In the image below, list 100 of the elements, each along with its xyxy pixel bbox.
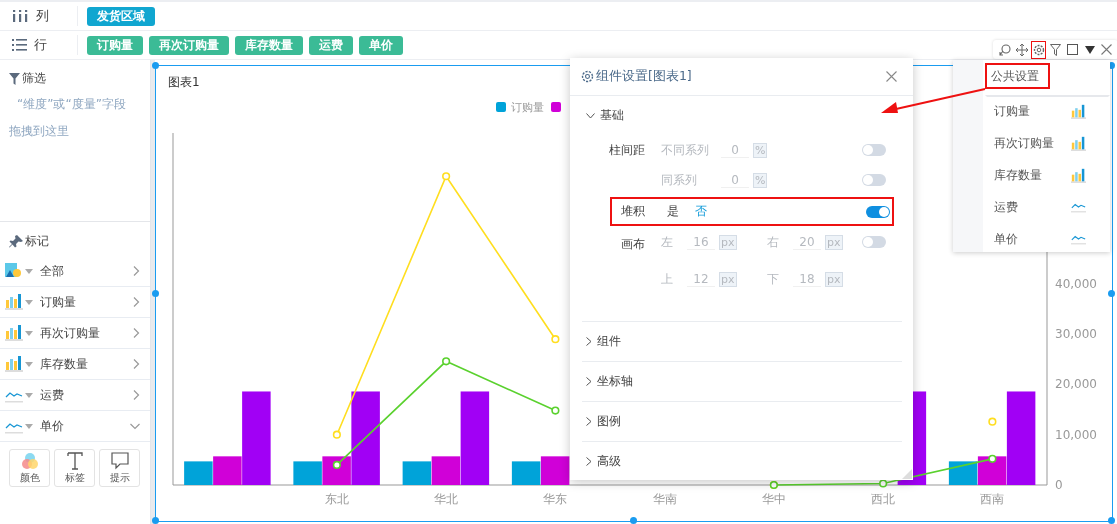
square-icon <box>1067 44 1078 55</box>
legend-label: 订购量 <box>511 101 544 114</box>
bar-chart-icon <box>5 325 23 341</box>
bar-chart-icon <box>5 356 23 372</box>
menu-item[interactable]: 库存数量 <box>985 159 1110 191</box>
list-icon <box>12 39 28 51</box>
option-button[interactable]: 是 <box>667 203 679 220</box>
resize-handle[interactable] <box>152 517 159 524</box>
mark-label: 单价 <box>40 417 65 435</box>
caret-down-icon <box>1084 45 1095 54</box>
toggle-switch[interactable] <box>862 236 886 248</box>
mark-label: 再次订购量 <box>40 324 101 342</box>
resize-handle[interactable] <box>630 517 637 524</box>
setting-label: 画布 <box>621 237 645 251</box>
chevron-right-icon <box>586 417 592 426</box>
toolbar-button[interactable] <box>1031 40 1046 59</box>
axis-tick-label: 10,000 <box>1055 427 1097 442</box>
chevron-right-icon <box>586 377 592 386</box>
caret-icon <box>25 392 33 398</box>
category-label: 华北 <box>434 492 459 506</box>
bar <box>948 461 978 485</box>
option-label: 左 <box>661 234 674 251</box>
filter-icon <box>1050 43 1061 56</box>
section-header[interactable]: 图例 <box>582 401 902 441</box>
menu-item[interactable]: 单价 <box>985 223 1110 255</box>
menu-item[interactable]: 公共设置 <box>985 63 1050 89</box>
columns-icon <box>12 10 30 22</box>
menu-item[interactable]: 订购量 <box>985 95 1110 127</box>
unit-label: px <box>719 235 737 250</box>
chart-title: 图表1 <box>168 74 200 88</box>
mark-item[interactable]: 再次订购量 <box>0 318 150 349</box>
drop-hint: “维度”或“度量”字段拖拽到这里 <box>9 96 127 140</box>
shelf-label: 列 <box>36 7 49 25</box>
mark-button[interactable]: 颜色 <box>9 449 50 487</box>
filter-icon <box>9 72 20 85</box>
toggle-switch[interactable] <box>862 174 886 186</box>
bar-chart-icon <box>5 294 23 310</box>
line-chart-icon <box>1071 201 1086 213</box>
mark-item[interactable]: 单价 <box>0 411 150 442</box>
dialog-title: 组件设置[图表1] <box>596 68 693 85</box>
menu-item[interactable]: 运费 <box>985 191 1110 223</box>
caret-icon <box>25 423 33 429</box>
option-label: 同系列 <box>660 171 698 189</box>
bar <box>184 461 213 485</box>
section-header[interactable]: 坐标轴 <box>582 361 902 401</box>
bar <box>402 461 432 485</box>
axis-tick-label: 40,000 <box>1055 276 1097 291</box>
data-point <box>442 357 451 366</box>
unit-label: px <box>719 272 737 287</box>
caret-icon <box>25 361 33 367</box>
chevron-down-icon <box>586 112 595 119</box>
mark-button[interactable]: 标签 <box>54 449 95 487</box>
mark-item[interactable]: 全部 <box>0 256 150 287</box>
toggle-switch[interactable] <box>862 144 886 156</box>
chevron-right-icon <box>586 457 592 466</box>
option-label: 下 <box>767 271 780 288</box>
caret-icon <box>25 268 33 274</box>
section-header[interactable]: 基础 <box>582 96 902 135</box>
mark-item[interactable]: 库存数量 <box>0 349 150 380</box>
caret-icon <box>25 299 33 305</box>
section-title: 筛选 <box>22 70 46 87</box>
unit-label: px <box>825 235 843 250</box>
category-label: 东北 <box>324 492 349 506</box>
bar <box>540 456 570 485</box>
speech-bubble-icon <box>110 451 129 470</box>
category-label: 华中 <box>761 492 786 506</box>
resize-handle[interactable] <box>152 62 159 69</box>
data-point <box>551 406 560 415</box>
bar <box>511 461 541 485</box>
close-icon[interactable] <box>886 71 897 82</box>
resize-handle[interactable] <box>1108 289 1115 297</box>
mark-button[interactable]: 提示 <box>99 449 140 487</box>
mark-item[interactable]: 运费 <box>0 380 150 411</box>
mark-item[interactable]: 订购量 <box>0 287 150 318</box>
text-icon <box>66 451 83 470</box>
mark-label: 订购量 <box>40 293 77 311</box>
shelf-label: 行 <box>34 36 47 54</box>
bar-chart-icon <box>1071 167 1086 183</box>
close-icon <box>1101 44 1112 55</box>
axis-tick-label: 20,000 <box>1055 377 1097 392</box>
unit-label: % <box>753 172 768 188</box>
toggle-switch[interactable] <box>866 205 890 218</box>
line-chart-icon <box>1071 233 1086 245</box>
category-label: 西南 <box>980 492 1005 506</box>
menu-item[interactable]: 再次订购量 <box>985 127 1110 159</box>
section-header[interactable]: 高级 <box>582 441 902 481</box>
resize-handle[interactable] <box>1108 517 1115 524</box>
resize-handle[interactable] <box>152 289 159 297</box>
settings-icon <box>1032 43 1045 56</box>
chevron-right-icon <box>586 337 592 346</box>
resize-grip-icon[interactable] <box>902 469 912 479</box>
mark-label: 全部 <box>40 262 65 280</box>
mark-label: 运费 <box>40 386 65 404</box>
section-title: 标记 <box>25 233 49 250</box>
data-point <box>988 454 997 463</box>
unit-label: px <box>825 272 843 287</box>
section-header[interactable]: 组件 <box>582 321 902 361</box>
axis-tick-label: 0 <box>1055 478 1063 492</box>
settings-icon <box>581 70 594 83</box>
unit-label: % <box>753 142 768 158</box>
